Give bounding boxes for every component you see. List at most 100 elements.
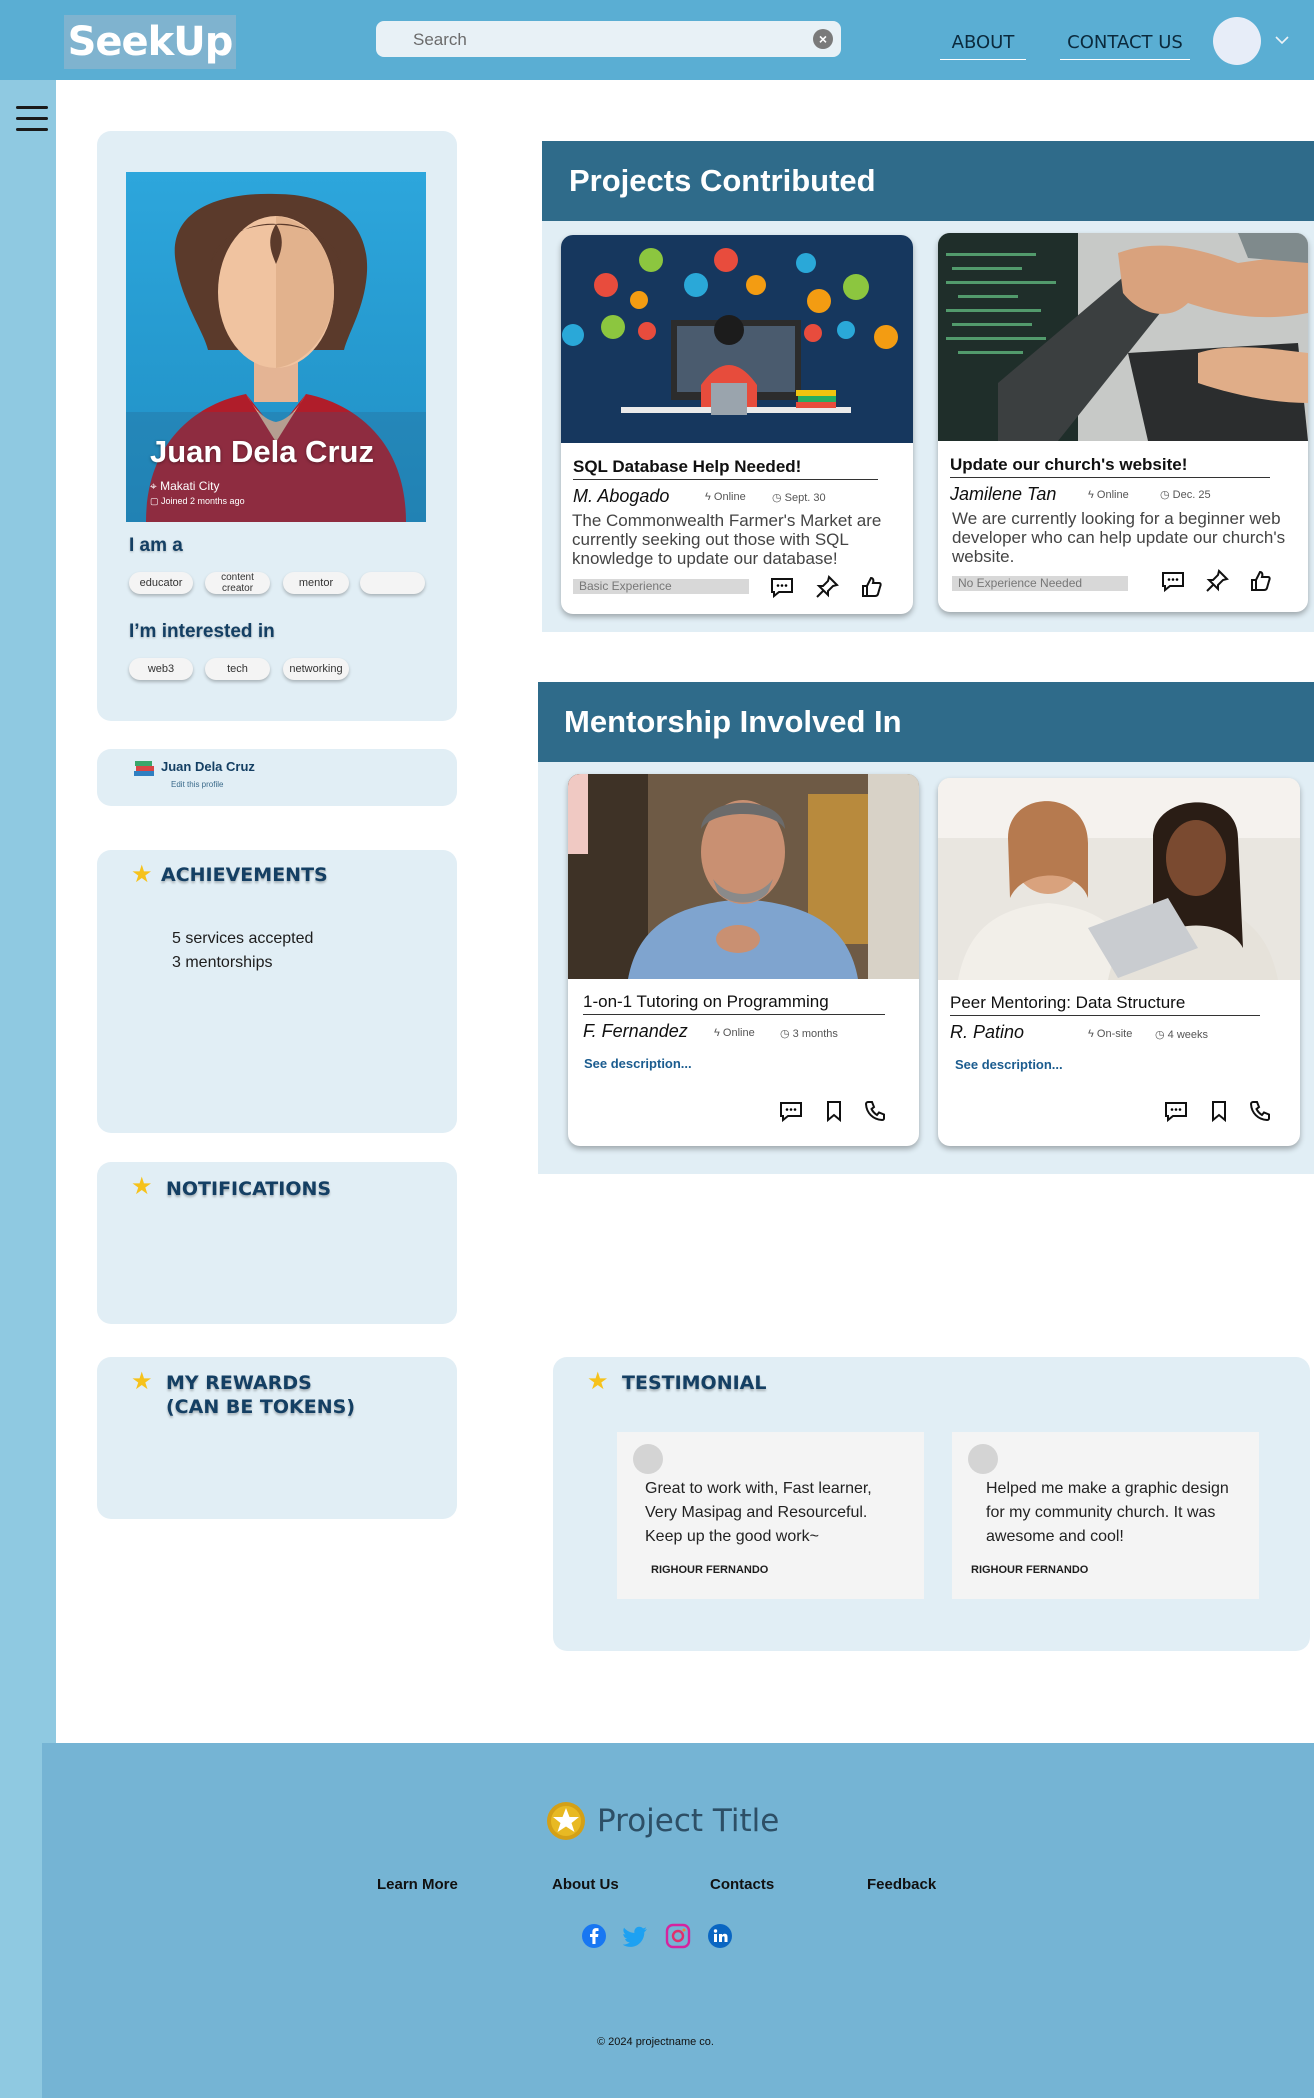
role-chip[interactable]: educator — [129, 572, 193, 594]
facebook-icon[interactable] — [581, 1923, 607, 1949]
app-logo[interactable]: SeekUp — [64, 15, 236, 69]
footer-learn-more-link[interactable]: Learn More — [377, 1876, 458, 1893]
see-description-link[interactable]: See description... — [584, 1056, 692, 1071]
user-avatar[interactable] — [1213, 17, 1261, 65]
bolt-icon: ϟ — [714, 1027, 723, 1039]
twitter-icon[interactable] — [623, 1923, 649, 1949]
see-description-link[interactable]: See description... — [955, 1057, 1063, 1072]
mentorship-duration: ◷ 4 weeks — [1155, 1029, 1209, 1041]
role-chip[interactable]: content creator — [205, 572, 270, 594]
comment-icon[interactable] — [1163, 1098, 1189, 1124]
achievements-title: ACHIEVEMENTS — [161, 864, 328, 886]
project-image — [938, 233, 1308, 441]
footer-feedback-link[interactable]: Feedback — [867, 1876, 936, 1893]
testimonial-text: Helped me make a graphic design for my c… — [986, 1480, 1229, 1545]
project-image — [561, 235, 913, 443]
bolt-icon: ϟ — [1088, 1028, 1097, 1040]
project-status: ϟ Online — [1088, 489, 1129, 501]
profile-location: ⌖ Makati City — [150, 479, 220, 493]
location-pin-icon: ⌖ — [150, 479, 161, 493]
mentorship-mode: ϟ On-site — [1088, 1028, 1133, 1040]
comment-icon[interactable] — [1160, 568, 1186, 594]
role-chip[interactable]: mentor — [283, 572, 349, 594]
mentorship-card[interactable]: Peer Mentoring: Data Structure R. Patino… — [938, 778, 1300, 1146]
phone-icon[interactable] — [862, 1098, 888, 1124]
nav-contact-link[interactable]: CONTACT US — [1060, 28, 1190, 60]
footer-brand-title: Project Title — [597, 1803, 780, 1839]
books-icon — [134, 761, 154, 776]
testimonial-author: RIGHOUR FERNANDO — [651, 1564, 769, 1576]
project-author: Jamilene Tan — [950, 484, 1057, 504]
pin-icon[interactable] — [1204, 568, 1230, 594]
project-card[interactable]: SQL Database Help Needed! M. Abogado ϟ O… — [561, 235, 913, 614]
interest-chip[interactable]: tech — [205, 658, 270, 680]
mentorship-title[interactable]: 1-on-1 Tutoring on Programming — [583, 992, 885, 1015]
profile-joined: ▢ Joined 2 months ago — [150, 496, 245, 506]
thumbs-up-icon[interactable] — [1248, 568, 1274, 594]
experience-tag: Basic Experience — [573, 579, 749, 594]
copyright-text: © 2024 projectname co. — [597, 2036, 714, 2048]
testimonial-text: Great to work with, Fast learner, Very M… — [645, 1480, 872, 1545]
comment-icon[interactable] — [778, 1098, 804, 1124]
clock-icon: ◷ — [780, 1028, 793, 1040]
bolt-icon: ϟ — [705, 491, 714, 503]
testimonial-author: RIGHOUR FERNANDO — [971, 1564, 1089, 1576]
testimonial-title: TESTIMONIAL — [622, 1372, 767, 1394]
bolt-icon: ϟ — [1088, 489, 1097, 501]
footer-contacts-link[interactable]: Contacts — [710, 1876, 774, 1893]
project-date: ◷ Dec. 25 — [1160, 489, 1211, 501]
interest-chip[interactable]: networking — [283, 658, 349, 680]
project-description: We are currently looking for a beginner … — [952, 509, 1286, 566]
project-title[interactable]: SQL Database Help Needed! — [573, 457, 878, 480]
mentorship-title[interactable]: Peer Mentoring: Data Structure — [950, 993, 1260, 1016]
reviewer-avatar — [633, 1444, 663, 1474]
mentorship-duration: ◷ 3 months — [780, 1028, 838, 1040]
i-am-heading: I am a — [129, 535, 183, 556]
reviewer-avatar — [968, 1444, 998, 1474]
chevron-down-icon[interactable] — [1272, 30, 1292, 50]
project-description: The Commonwealth Farmer's Market are cur… — [572, 511, 882, 568]
experience-tag: No Experience Needed — [952, 576, 1128, 591]
edit-profile-name: Juan Dela Cruz — [161, 759, 255, 774]
mentorship-heading: Mentorship Involved In — [538, 682, 1314, 762]
clock-icon: ◷ — [1160, 489, 1173, 501]
clock-icon: ◷ — [1155, 1029, 1168, 1041]
star-icon: ★ — [131, 1368, 153, 1395]
search-input[interactable] — [411, 21, 795, 59]
achievement-item: 3 mentorships — [172, 954, 273, 971]
mentorship-card[interactable]: 1-on-1 Tutoring on Programming F. Fernan… — [568, 774, 919, 1146]
comment-icon[interactable] — [769, 574, 795, 600]
linkedin-icon[interactable] — [707, 1923, 733, 1949]
search-bar: × — [376, 21, 841, 59]
calendar-icon: ▢ — [150, 496, 162, 506]
testimonial-card: Great to work with, Fast learner, Very M… — [617, 1432, 924, 1599]
footer-about-link[interactable]: About Us — [552, 1876, 619, 1893]
project-status: ϟ Online — [705, 491, 746, 503]
edit-profile-link[interactable]: Edit this profile — [171, 780, 223, 789]
profile-photo: Juan Dela Cruz ⌖ Makati City ▢ Joined 2 … — [126, 172, 426, 522]
interest-chip[interactable]: web3 — [129, 658, 193, 680]
achievement-item: 5 services accepted — [172, 930, 314, 947]
star-icon: ★ — [131, 861, 153, 888]
mentorship-image — [938, 778, 1300, 980]
instagram-icon[interactable] — [665, 1923, 691, 1949]
rewards-title-line2: (CAN BE TOKENS) — [166, 1396, 356, 1418]
phone-icon[interactable] — [1247, 1098, 1273, 1124]
mentor-name: F. Fernandez — [583, 1021, 688, 1041]
notifications-title: NOTIFICATIONS — [166, 1178, 332, 1200]
thumbs-up-icon[interactable] — [859, 574, 885, 600]
star-logo-icon — [547, 1802, 585, 1840]
star-icon: ★ — [131, 1173, 153, 1200]
mentor-name: R. Patino — [950, 1022, 1025, 1042]
achievements-panel — [97, 850, 457, 1133]
interests-heading: I’m interested in — [129, 621, 275, 642]
project-card[interactable]: Update our church's website! Jamilene Ta… — [938, 233, 1308, 612]
role-chip-empty[interactable] — [360, 572, 425, 594]
bookmark-icon[interactable] — [1206, 1098, 1232, 1124]
clear-search-icon[interactable]: × — [813, 29, 833, 49]
pin-icon[interactable] — [814, 574, 840, 600]
bookmark-icon[interactable] — [821, 1098, 847, 1124]
project-title[interactable]: Update our church's website! — [950, 455, 1270, 478]
nav-about-link[interactable]: ABOUT — [940, 28, 1026, 60]
hamburger-menu-icon[interactable] — [16, 106, 48, 132]
